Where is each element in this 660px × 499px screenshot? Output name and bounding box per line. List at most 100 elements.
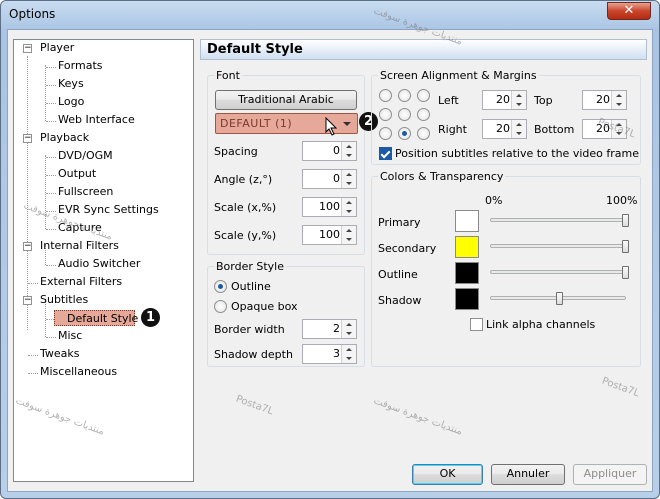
outline-alpha-slider[interactable] xyxy=(490,270,626,274)
tree-item-playback[interactable]: Playback xyxy=(38,130,91,146)
secondary-alpha-thumb[interactable] xyxy=(622,240,629,253)
margin-bottom-stepper[interactable]: 20 xyxy=(582,119,627,139)
spacing-stepper[interactable]: 0 xyxy=(302,141,357,161)
align-bottom-left-radio[interactable] xyxy=(379,127,392,140)
align-top-right-radio[interactable] xyxy=(417,89,430,102)
margin-right-value: 20 xyxy=(496,122,510,135)
align-middle-left-radio[interactable] xyxy=(379,108,392,121)
spin-updown-icon[interactable] xyxy=(611,120,626,138)
margin-right-label: Right xyxy=(438,123,467,136)
spin-updown-icon[interactable] xyxy=(341,198,356,216)
apply-button[interactable]: Appliquer xyxy=(573,464,647,485)
secondary-color-label: Secondary xyxy=(378,242,437,255)
primary-alpha-slider[interactable] xyxy=(490,218,626,222)
angle-stepper[interactable]: 0 xyxy=(302,169,357,189)
mouse-cursor-icon xyxy=(325,117,338,136)
margin-right-stepper[interactable]: 20 xyxy=(482,119,527,139)
outline-alpha-thumb[interactable] xyxy=(622,266,629,279)
close-button[interactable]: ✕ xyxy=(607,2,651,20)
shadow-color-swatch[interactable] xyxy=(455,288,479,310)
ok-button[interactable]: OK xyxy=(412,464,483,485)
margin-left-stepper[interactable]: 20 xyxy=(482,90,527,110)
scale-x-stepper[interactable]: 100 xyxy=(302,197,357,217)
spin-updown-icon[interactable] xyxy=(341,142,356,160)
align-bottom-right-radio[interactable] xyxy=(417,127,430,140)
tree-item-internal-filters[interactable]: Internal Filters xyxy=(38,238,121,254)
primary-color-swatch[interactable] xyxy=(455,210,479,232)
tree-connector xyxy=(46,229,56,230)
relative-to-video-label[interactable]: Position subtitles relative to the video… xyxy=(395,147,639,160)
link-alpha-checkbox[interactable] xyxy=(470,318,483,331)
relative-to-video-checkbox[interactable] xyxy=(379,147,392,160)
align-top-center-radio[interactable] xyxy=(398,89,411,102)
spin-updown-icon[interactable] xyxy=(511,120,526,138)
tree-connector xyxy=(46,85,56,86)
spin-updown-icon[interactable] xyxy=(341,320,356,338)
tree-item-capture[interactable]: Capture xyxy=(56,220,104,236)
tree-item-keys[interactable]: Keys xyxy=(56,76,86,92)
spin-updown-icon[interactable] xyxy=(341,226,356,244)
badge-1: 1 xyxy=(141,308,160,327)
tree-item-external-filters[interactable]: External Filters xyxy=(38,274,124,290)
tree-item-audio-switcher[interactable]: Audio Switcher xyxy=(56,256,142,272)
expand-subtitles-icon[interactable]: − xyxy=(23,296,32,305)
border-style-group: Border Style Outline Opaque box Border w… xyxy=(207,260,365,367)
options-tree[interactable]: − Player Formats Keys Logo Web Interface… xyxy=(13,39,194,482)
spin-updown-icon[interactable] xyxy=(611,91,626,109)
font-group: Font Traditional Arabic DEFAULT (1) 2 Sp… xyxy=(207,69,378,255)
cancel-button[interactable]: Annuler xyxy=(491,464,565,485)
spin-updown-icon[interactable] xyxy=(341,345,356,363)
scale-x-value: 100 xyxy=(319,200,340,213)
opaque-box-radio[interactable] xyxy=(214,300,227,313)
title-bar[interactable]: Options ✕ xyxy=(1,1,659,29)
spacing-value: 0 xyxy=(333,144,340,157)
tree-item-fullscreen[interactable]: Fullscreen xyxy=(56,184,115,200)
tree-item-player[interactable]: Player xyxy=(38,40,76,56)
tree-item-subtitles[interactable]: Subtitles xyxy=(38,292,90,308)
align-bottom-center-radio[interactable] xyxy=(398,127,411,140)
margin-top-stepper[interactable]: 20 xyxy=(582,90,627,110)
scale-y-stepper[interactable]: 100 xyxy=(302,225,357,245)
outline-color-swatch[interactable] xyxy=(455,262,479,284)
font-button[interactable]: Traditional Arabic xyxy=(215,90,357,110)
align-top-left-radio[interactable] xyxy=(379,89,392,102)
spin-updown-icon[interactable] xyxy=(341,170,356,188)
margin-left-label: Left xyxy=(438,94,459,107)
align-middle-right-radio[interactable] xyxy=(417,108,430,121)
tree-item-dvd-ogm[interactable]: DVD/OGM xyxy=(56,148,115,164)
angle-value: 0 xyxy=(333,172,340,185)
tree-item-logo[interactable]: Logo xyxy=(56,94,86,110)
opaque-box-radio-label[interactable]: Opaque box xyxy=(231,300,297,313)
tree-item-formats[interactable]: Formats xyxy=(56,58,105,74)
spin-updown-icon[interactable] xyxy=(511,91,526,109)
tree-item-miscellaneous[interactable]: Miscellaneous xyxy=(38,364,119,380)
tree-item-output[interactable]: Output xyxy=(56,166,98,182)
tree-item-web-interface[interactable]: Web Interface xyxy=(56,112,137,128)
border-width-stepper[interactable]: 2 xyxy=(302,319,357,339)
tree-item-tweaks[interactable]: Tweaks xyxy=(38,346,82,362)
tree-item-default-style[interactable]: Default Style xyxy=(54,310,138,326)
outline-radio-label[interactable]: Outline xyxy=(231,280,271,293)
font-group-label: Font xyxy=(214,69,242,82)
border-width-label: Border width xyxy=(214,323,285,336)
tree-connector xyxy=(46,265,56,266)
secondary-alpha-slider[interactable] xyxy=(490,244,626,248)
tree-item-misc[interactable]: Misc xyxy=(56,328,84,344)
tree-connector xyxy=(46,193,56,194)
alignment-group: Screen Alignment & Margins Left 20 Top 2… xyxy=(371,69,641,165)
tree-connector xyxy=(28,355,38,356)
secondary-color-swatch[interactable] xyxy=(455,236,479,258)
tree-item-evr-sync[interactable]: EVR Sync Settings xyxy=(56,202,161,218)
link-alpha-label[interactable]: Link alpha channels xyxy=(486,318,595,331)
expand-playback-icon[interactable]: − xyxy=(23,134,32,143)
align-middle-center-radio[interactable] xyxy=(398,108,411,121)
expand-player-icon[interactable]: − xyxy=(23,44,32,53)
expand-internal-filters-icon[interactable]: − xyxy=(23,242,32,251)
tree-connector xyxy=(46,211,56,212)
shadow-depth-stepper[interactable]: 3 xyxy=(302,344,357,364)
outline-radio[interactable] xyxy=(214,280,227,293)
shadow-alpha-thumb[interactable] xyxy=(556,292,563,305)
border-group-label: Border Style xyxy=(214,260,287,273)
tree-connector xyxy=(28,283,38,284)
primary-alpha-thumb[interactable] xyxy=(622,214,629,227)
